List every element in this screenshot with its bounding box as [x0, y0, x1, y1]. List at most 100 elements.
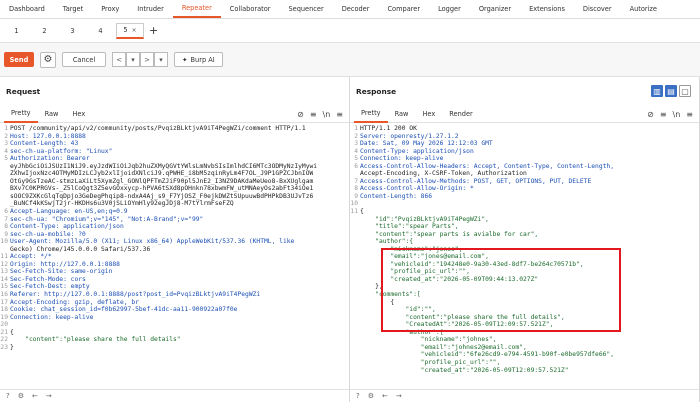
- nav-tab-sequencer[interactable]: Sequencer: [279, 0, 332, 18]
- next-dropdown-icon[interactable]: ▾: [154, 52, 168, 67]
- code-text: eyJhbGciOiJSUzI1NiJ9.eyJzdWIiOiJqb2huZXM…: [10, 162, 318, 170]
- code-text: "email":"johnes2@email.com",: [360, 343, 527, 351]
- repeater-tab-2[interactable]: 2: [32, 23, 57, 39]
- forward-arrow-icon[interactable]: →: [46, 392, 52, 400]
- line-number: [350, 268, 360, 276]
- previous-dropdown-icon[interactable]: ▾: [126, 52, 140, 67]
- help-icon[interactable]: ?: [356, 392, 360, 400]
- close-icon[interactable]: ×: [132, 27, 137, 34]
- code-text: Connection: keep-alive: [10, 313, 94, 321]
- split-horizontal-icon[interactable]: ▥: [651, 85, 663, 97]
- tab-raw[interactable]: Raw: [38, 106, 66, 123]
- request-bottom-bar: ? ⚙ ← →: [0, 389, 349, 402]
- code-line: 2 Host: 127.0.0.1:8888: [0, 133, 349, 141]
- previous-button[interactable]: <: [112, 52, 126, 67]
- code-line: 19 Connection: keep-alive: [0, 314, 349, 322]
- code-line: BXv7C0KPRGVs-_Z5lCoQgt3Z5evGOxxycp-hPVA6…: [0, 185, 349, 193]
- tab-render[interactable]: Render: [442, 106, 479, 123]
- nav-tab-collaborator[interactable]: Collaborator: [221, 0, 280, 18]
- hide-eye-icon[interactable]: ⊘: [647, 110, 654, 119]
- code-text: Accept: */*: [10, 253, 52, 261]
- nav-tab-discover[interactable]: Discover: [574, 0, 621, 18]
- repeater-tab-1[interactable]: 1: [4, 23, 29, 39]
- nav-tab-target[interactable]: Target: [54, 0, 92, 18]
- gear-icon[interactable]: ⚙: [40, 51, 56, 68]
- code-text: sec-ch-ua-platform: "Linux": [10, 147, 113, 155]
- nav-tab-intruder[interactable]: Intruder: [128, 0, 173, 18]
- hide-eye-icon[interactable]: ⊘: [297, 110, 304, 119]
- code-line: 9 Content-Length: 866: [350, 193, 699, 201]
- code-text: Content-Type: application/json: [10, 223, 124, 231]
- code-text: Sec-Fetch-Site: same-origin: [10, 268, 113, 276]
- forward-arrow-icon[interactable]: →: [396, 392, 402, 400]
- code-text: POST /community/api/v2/community/posts/P…: [10, 125, 306, 132]
- cancel-button[interactable]: Cancel: [62, 52, 106, 67]
- repeater-tab-3[interactable]: 3: [60, 23, 85, 39]
- code-text: "author":{: [360, 238, 414, 246]
- line-number: 15: [0, 283, 8, 291]
- nav-tab-logger[interactable]: Logger: [429, 0, 470, 18]
- line-number: 6: [354, 162, 358, 170]
- next-button[interactable]: >: [140, 52, 154, 67]
- code-line: 8 Access-Control-Allow-Origin: *: [350, 185, 699, 193]
- code-text: HTTP/1.1 200 OK: [360, 125, 417, 132]
- nav-tab-autorize[interactable]: Autorize: [621, 0, 666, 18]
- send-button[interactable]: Send: [4, 52, 34, 67]
- code-line: 10: [350, 200, 699, 208]
- code-line: 20: [0, 321, 349, 329]
- line-number: [350, 261, 360, 269]
- response-title: Response ▥ ▤ ▢: [350, 77, 699, 106]
- tab-raw[interactable]: Raw: [388, 106, 416, 123]
- code-text: _BuNCf4kKSwjT2jr-HKDHs6u3V0jSLiOYmHly92e…: [10, 200, 234, 208]
- line-number: [0, 170, 10, 178]
- tab-hex[interactable]: Hex: [415, 106, 442, 123]
- nav-tab-comparer[interactable]: Comparer: [378, 0, 429, 18]
- code-line: ZXhwIjoxNzc4OTMyMDIzLCJyb2xlIjoidXNlciJ9…: [0, 170, 349, 178]
- menu-icon[interactable]: ≡: [336, 110, 343, 119]
- repeater-tab-label: 4: [98, 26, 103, 35]
- wrap-icon[interactable]: ≡: [310, 110, 317, 119]
- line-number: 3: [354, 140, 358, 148]
- newline-icon[interactable]: \n: [673, 110, 681, 119]
- nav-tab-proxy[interactable]: Proxy: [92, 0, 128, 18]
- single-view-icon[interactable]: ▢: [679, 85, 691, 97]
- nav-tab-repeater[interactable]: Repeater: [172, 0, 221, 18]
- tab-pretty[interactable]: Pretty: [354, 106, 388, 123]
- nav-tab-dashboard[interactable]: Dashboard: [0, 0, 54, 18]
- request-editor[interactable]: 1 POST /community/api/v2/community/posts/…: [0, 123, 349, 351]
- line-number: [350, 299, 360, 307]
- newline-icon[interactable]: \n: [323, 110, 331, 119]
- repeater-tab-5[interactable]: 5 ×: [116, 22, 144, 39]
- line-number: [350, 238, 360, 246]
- settings-icon[interactable]: ⚙: [18, 392, 24, 400]
- menu-icon[interactable]: ≡: [686, 110, 693, 119]
- code-line: 10 User-Agent: Mozilla/5.0 (X11; Linux x8…: [0, 238, 349, 246]
- nav-tab-organizer[interactable]: Organizer: [470, 0, 520, 18]
- code-text: Authorization: Bearer: [10, 155, 90, 163]
- burp-ai-button[interactable]: ✦ Burp AI: [174, 52, 223, 67]
- line-number: [0, 178, 10, 186]
- back-arrow-icon[interactable]: ←: [32, 392, 38, 400]
- code-line: 16 Referer: http://127.0.0.1:8888/post?po…: [0, 291, 349, 299]
- back-arrow-icon[interactable]: ←: [382, 392, 388, 400]
- code-line: "created_at":"2026-05-09T12:09:57.521Z": [350, 367, 699, 375]
- line-number: 1: [4, 125, 8, 132]
- help-icon[interactable]: ?: [6, 392, 10, 400]
- response-editor[interactable]: 1 HTTP/1.1 200 OK 2 Server: openresty/1.27.…: [350, 123, 699, 374]
- nav-tab-decoder[interactable]: Decoder: [333, 0, 379, 18]
- nav-tab-extensions[interactable]: Extensions: [520, 0, 574, 18]
- burp-ai-label: Burp AI: [190, 55, 215, 64]
- editor-area: Request Pretty Raw Hex ⊘ ≡ \n ≡ 1 POST /com…: [0, 77, 700, 402]
- line-number: 11: [0, 253, 8, 261]
- repeater-tab-4[interactable]: 4: [88, 23, 113, 39]
- tab-hex[interactable]: Hex: [65, 106, 92, 123]
- tab-pretty[interactable]: Pretty: [4, 106, 38, 123]
- code-text: OtGy9GsTzeAC-stmzLaXiLt5XymZgl_GONlQPFTm…: [10, 177, 314, 185]
- code-line: 12 Origin: http://127.0.0.1:8888: [0, 261, 349, 269]
- line-number: [350, 306, 360, 314]
- wrap-icon[interactable]: ≡: [660, 110, 667, 119]
- settings-icon[interactable]: ⚙: [368, 392, 374, 400]
- add-tab-icon[interactable]: +: [149, 24, 158, 37]
- split-vertical-icon[interactable]: ▤: [665, 85, 677, 97]
- response-title-text: Response: [356, 87, 397, 96]
